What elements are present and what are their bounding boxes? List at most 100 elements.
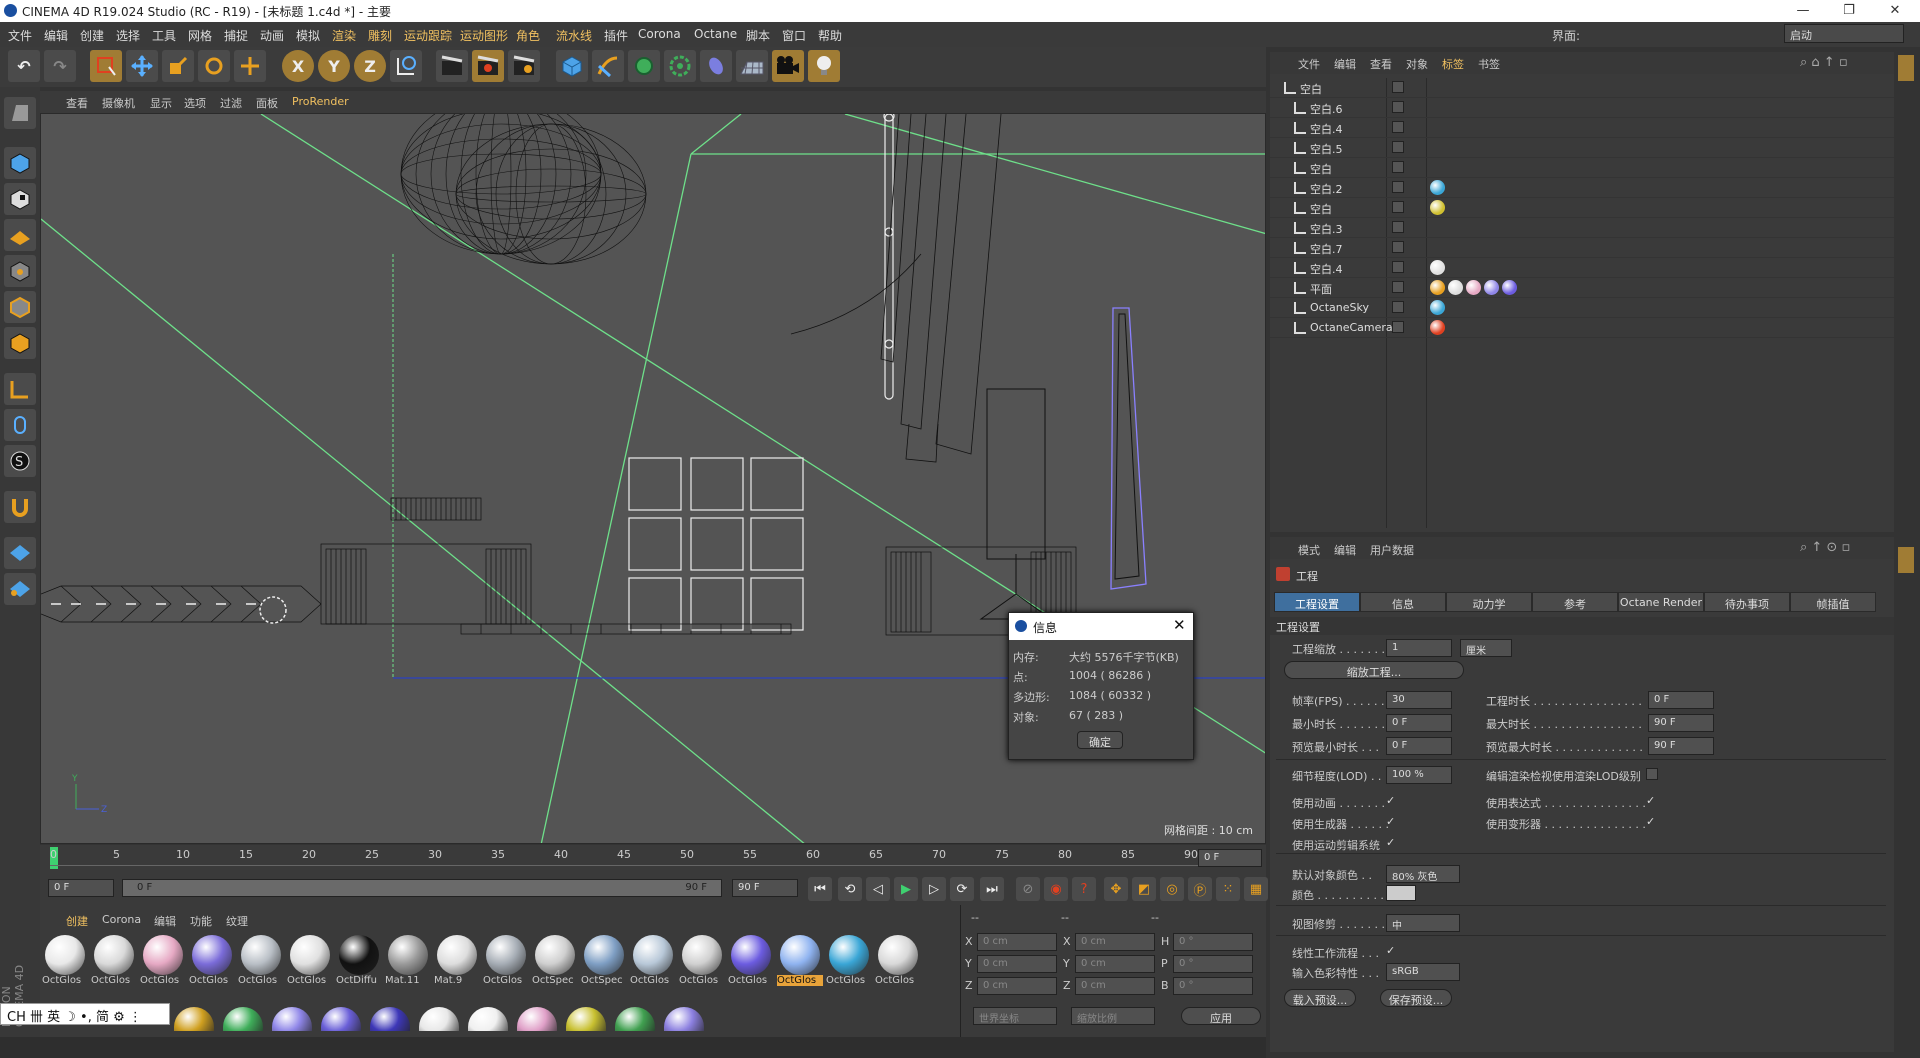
object-row[interactable]: 空白	[1270, 158, 1894, 178]
coordinate-mode-select[interactable]: 世界坐标	[973, 1007, 1057, 1025]
object-row[interactable]: 空白.4	[1270, 118, 1894, 138]
menu-item[interactable]: 选择	[116, 27, 140, 44]
material-swatch[interactable]	[566, 1007, 606, 1031]
workplane-lock-icon[interactable]	[4, 537, 36, 569]
visibility-toggle[interactable]	[1392, 81, 1404, 93]
render-view-icon[interactable]	[436, 50, 468, 82]
use-deformers-checkbox[interactable]: ✓	[1646, 816, 1658, 828]
play-icon[interactable]: ▶	[894, 877, 918, 901]
project-scale-unit-select[interactable]: 厘米	[1460, 639, 1512, 657]
object-row[interactable]: 空白.5	[1270, 138, 1894, 158]
object-name[interactable]: 空白.4	[1310, 261, 1343, 277]
menu-item[interactable]: 模拟	[296, 27, 320, 44]
material-swatch[interactable]: OctGlos	[777, 933, 823, 987]
menu-item[interactable]: 角色	[516, 27, 540, 44]
coordinate-field[interactable]: 0 °	[1173, 977, 1253, 995]
default-color-select[interactable]: 80% 灰色	[1386, 865, 1460, 883]
attribute-tab[interactable]: 信息	[1360, 592, 1446, 612]
polygons-mode-icon[interactable]	[4, 327, 36, 359]
coordinate-system-icon[interactable]	[390, 50, 422, 82]
attribute-manager-menu-item[interactable]: 模式	[1298, 542, 1320, 558]
material-swatch[interactable]: OctGlos	[238, 933, 284, 987]
viewport-menu-item[interactable]: 查看	[66, 95, 88, 111]
viewport-menu-item[interactable]: 摄像机	[102, 95, 135, 111]
coordinate-field[interactable]: 0 cm	[1075, 955, 1155, 973]
attribute-tab[interactable]: 工程设置	[1274, 592, 1360, 612]
project-scale-field[interactable]: 1	[1386, 639, 1452, 657]
material-tag-icon[interactable]	[1430, 200, 1445, 215]
visibility-toggle[interactable]	[1392, 101, 1404, 113]
material-swatch[interactable]	[664, 1007, 704, 1031]
material-tag-icon[interactable]	[1466, 280, 1481, 295]
undo-button[interactable]: ↶	[8, 50, 40, 82]
attribute-tab[interactable]: 动力学	[1446, 592, 1532, 612]
visibility-toggle[interactable]	[1392, 241, 1404, 253]
goto-end-icon[interactable]: ⏭	[980, 877, 1004, 901]
material-swatch[interactable]	[468, 1007, 508, 1031]
menu-item[interactable]: 工具	[152, 27, 176, 44]
menu-item[interactable]: 捕捉	[224, 27, 248, 44]
camera-icon[interactable]	[772, 50, 804, 82]
material-swatch[interactable]	[321, 1007, 361, 1031]
render-lod-checkbox[interactable]	[1646, 768, 1658, 780]
menu-item[interactable]: 编辑	[44, 27, 68, 44]
visibility-toggle[interactable]	[1392, 301, 1404, 313]
visibility-toggle[interactable]	[1392, 201, 1404, 213]
use-generators-checkbox[interactable]: ✓	[1386, 816, 1398, 828]
minimize-button[interactable]: —	[1780, 0, 1826, 22]
color-swatch[interactable]	[1386, 885, 1416, 901]
object-row[interactable]: 空白.4	[1270, 258, 1894, 278]
object-manager-menu-item[interactable]: 查看	[1370, 56, 1392, 72]
material-tab[interactable]: Corona	[102, 913, 141, 926]
close-icon[interactable]: ✕	[1173, 616, 1186, 634]
menu-item[interactable]: 脚本	[746, 27, 770, 44]
object-name[interactable]: 空白.4	[1310, 121, 1343, 137]
render-to-picture-viewer-icon[interactable]	[472, 50, 504, 82]
current-frame-field[interactable]: 0 F	[1198, 849, 1262, 867]
scale-icon[interactable]	[162, 50, 194, 82]
menu-item[interactable]: 文件	[8, 27, 32, 44]
material-swatch[interactable]	[272, 1007, 312, 1031]
material-swatch[interactable]: OctGlos	[140, 933, 186, 987]
side-tab-attributes[interactable]	[1898, 547, 1914, 573]
object-name[interactable]: 空白	[1310, 201, 1332, 217]
menu-item[interactable]: 流水线	[556, 27, 592, 44]
object-row[interactable]: 空白	[1270, 198, 1894, 218]
magnet-icon[interactable]	[4, 491, 36, 523]
timeline-window-icon[interactable]: ▦	[1244, 877, 1268, 901]
snapping-icon[interactable]: S	[4, 445, 36, 477]
menu-item[interactable]: 插件	[604, 27, 628, 44]
material-swatch[interactable]: OctSpec	[581, 933, 627, 987]
material-tag-icon[interactable]	[1448, 280, 1463, 295]
visibility-toggle[interactable]	[1392, 221, 1404, 233]
material-tab[interactable]: 功能	[190, 913, 212, 929]
material-swatch[interactable]: Mat.9	[434, 933, 480, 987]
coordinate-field[interactable]: 0 cm	[977, 977, 1057, 995]
start-frame-field[interactable]: 0 F	[48, 879, 114, 897]
pen-spline-icon[interactable]	[592, 50, 624, 82]
material-swatch[interactable]	[223, 1007, 263, 1031]
x-axis-lock-button[interactable]: X	[282, 50, 314, 82]
menu-item[interactable]: 运动图形	[460, 27, 508, 44]
coordinate-field[interactable]: 0 cm	[977, 955, 1057, 973]
object-name[interactable]: 空白.3	[1310, 221, 1343, 237]
material-swatch[interactable]	[419, 1007, 459, 1031]
auto-keying-icon[interactable]: ◉	[1044, 877, 1068, 901]
record-keys-icon[interactable]: ⊘	[1016, 877, 1040, 901]
previous-frame-icon[interactable]: ◁	[866, 877, 890, 901]
material-tag-icon[interactable]	[1430, 180, 1445, 195]
y-axis-lock-button[interactable]: Y	[318, 50, 350, 82]
restore-button[interactable]: ❐	[1826, 0, 1872, 22]
object-manager-menu-item[interactable]: 对象	[1406, 56, 1428, 72]
object-manager-menu-item[interactable]: 标签	[1442, 56, 1464, 72]
redo-button[interactable]: ↷	[44, 50, 76, 82]
material-tag-icon[interactable]	[1430, 300, 1445, 315]
material-swatch[interactable]	[517, 1007, 557, 1031]
key-position-icon[interactable]: ✥	[1104, 877, 1128, 901]
attribute-manager-tool-icons[interactable]: ⌕ ↑ ⊙ ▫	[1800, 540, 1850, 555]
motion-system-checkbox[interactable]: ✓	[1386, 837, 1398, 849]
material-swatch[interactable]	[174, 1007, 214, 1031]
make-editable-icon[interactable]	[4, 97, 36, 129]
viewport-menu-item[interactable]: 过滤	[220, 95, 242, 111]
object-name[interactable]: 空白	[1310, 161, 1332, 177]
